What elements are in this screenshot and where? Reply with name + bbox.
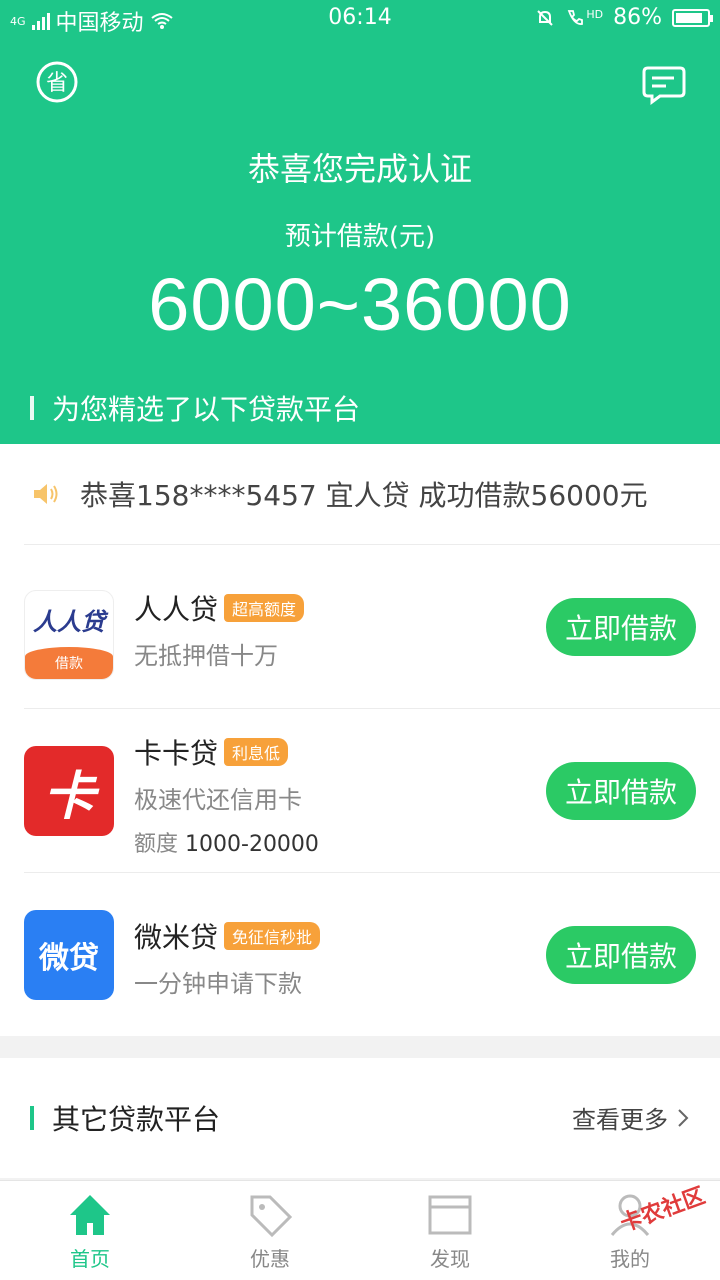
renrendai-logo: 人人贷 借款 [24, 590, 114, 680]
phone-icon [568, 9, 584, 25]
tab-discover[interactable]: 发现 [360, 1181, 540, 1280]
tab-label: 首页 [70, 1247, 110, 1271]
page-title: 恭喜您完成认证 [247, 150, 472, 188]
battery-percent: 86% [613, 5, 662, 30]
tab-home[interactable]: 首页 [0, 1181, 180, 1280]
product-row[interactable]: 卡 卡卡贷 利息低 极速代还信用卡 额度 1000-20000 立即借款 [0, 708, 720, 872]
product-row[interactable]: 人人贷 借款 人人贷 超高额度 无抵押借十万 立即借款 [0, 544, 720, 708]
svg-text:省: 省 [46, 71, 68, 96]
loan-amount: 6000~36000 [148, 263, 572, 346]
tab-label: 发现 [430, 1247, 470, 1271]
product-name: 人人贷 [134, 593, 219, 626]
product-card: 恭喜158****5457 宜人贷 成功借款56000元 人人贷 借款 人人贷 … [0, 444, 720, 1036]
product-name-line: 卡卡贷 利息低 [134, 732, 289, 772]
other-platforms-title: 其它贷款平台 [52, 1103, 221, 1136]
notice-bar: 恭喜158****5457 宜人贷 成功借款56000元 [0, 444, 720, 544]
limit-value: 1000-20000 [185, 832, 319, 857]
tab-label: 优惠 [250, 1247, 290, 1271]
section-bar [30, 396, 34, 420]
weimidai-logo: 微贷 [24, 910, 114, 1000]
chevron-right-icon [678, 1108, 689, 1127]
product-tag: 免征信秒批 [224, 922, 321, 950]
logo-text: 卡 [42, 766, 95, 827]
hd-call-indicator: HD [565, 8, 603, 28]
section-title: 为您精选了以下贷款平台 [52, 393, 361, 426]
window-icon [428, 1195, 472, 1235]
product-desc: 无抵押借十万 [134, 642, 278, 670]
section-header: 为您精选了以下贷款平台 [30, 388, 360, 428]
view-more-link[interactable]: 查看更多 [572, 1100, 690, 1135]
other-platforms-section: 其它贷款平台 查看更多 [0, 1058, 720, 1178]
tab-discount[interactable]: 优惠 [180, 1181, 360, 1280]
battery-fill [676, 12, 702, 23]
product-name-line: 微米贷 免征信秒批 [134, 916, 321, 956]
product-tag: 超高额度 [224, 594, 305, 622]
logo-text: 人人贷 [33, 607, 105, 636]
product-desc: 极速代还信用卡 [134, 786, 302, 814]
home-icon [70, 1195, 110, 1235]
tab-bar: 首页 优惠 发现 我的 [0, 1180, 720, 1280]
product-tag: 利息低 [224, 738, 289, 766]
product-name-line: 人人贷 超高额度 [134, 588, 305, 628]
save-badge-icon[interactable]: 省 [35, 60, 79, 104]
product-name: 微米贷 [134, 921, 219, 954]
product-limit: 额度 1000-20000 [134, 826, 319, 858]
tab-label: 我的 [610, 1247, 650, 1271]
kakadai-logo: 卡 [24, 746, 114, 836]
borrow-now-button[interactable]: 立即借款 [546, 762, 696, 820]
section-bar [30, 1106, 34, 1130]
speaker-icon [34, 484, 58, 504]
limit-label: 额度 [134, 832, 179, 857]
status-right: HD 86% [535, 5, 713, 30]
hero-banner: 省 恭喜您完成认证 预计借款(元) 6000~36000 为您精选了以下贷款平台 [0, 40, 720, 444]
borrow-now-button[interactable]: 立即借款 [546, 598, 696, 656]
view-more-label: 查看更多 [572, 1106, 668, 1134]
logo-badge: 借款 [25, 647, 113, 679]
borrow-now-button[interactable]: 立即借款 [546, 926, 696, 984]
hd-label: HD [586, 7, 604, 21]
battery-icon [672, 8, 713, 27]
product-name: 卡卡贷 [134, 737, 219, 770]
other-platforms-header: 其它贷款平台 [30, 1098, 220, 1138]
tag-icon [250, 1195, 293, 1238]
notice-text: 恭喜158****5457 宜人贷 成功借款56000元 [80, 479, 648, 512]
product-row[interactable]: 微贷 微米贷 免征信秒批 一分钟申请下款 立即借款 [0, 872, 720, 1036]
status-bar: 4G 中国移动 06:14 HD 86% [0, 0, 720, 40]
bell-muted-icon [537, 9, 554, 26]
message-icon[interactable] [642, 62, 686, 106]
logo-text: 微贷 [39, 941, 99, 976]
product-desc: 一分钟申请下款 [134, 970, 302, 998]
amount-caption: 预计借款(元) [284, 222, 436, 252]
